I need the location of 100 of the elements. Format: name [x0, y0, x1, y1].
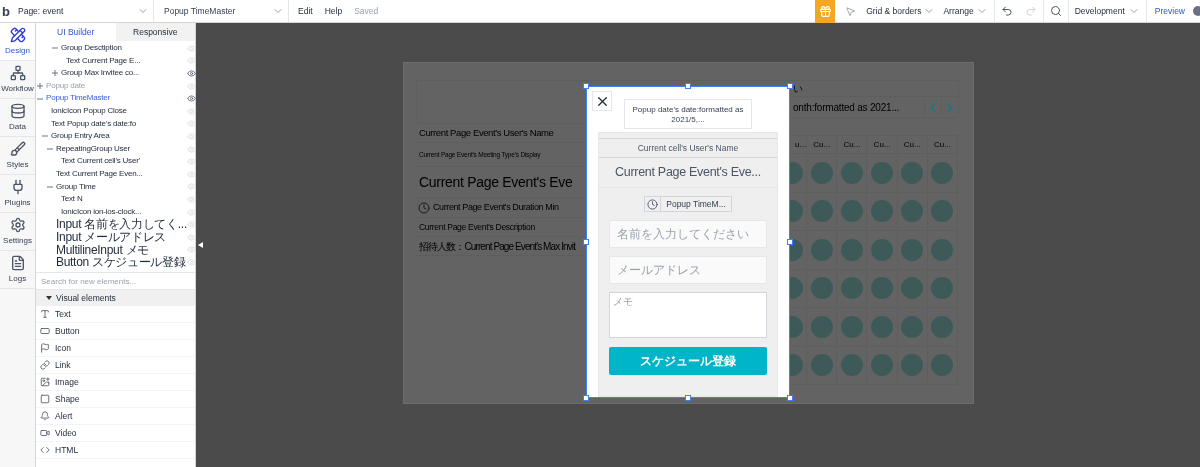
palette-item[interactable]: Image: [36, 374, 195, 391]
logo[interactable]: b: [0, 4, 14, 18]
palette-item[interactable]: Text: [36, 306, 195, 323]
gear-icon: [9, 216, 26, 233]
tree-item[interactable]: Button スケジュール登録: [56, 256, 187, 269]
day-column-header: Cu...: [897, 136, 928, 154]
search-field[interactable]: Search for new elements...: [36, 272, 195, 290]
element-dropdown[interactable]: Popup TimeMaster: [154, 0, 289, 22]
day-column-header: Cu...: [927, 136, 958, 154]
tree-item[interactable]: IonicIcon ion-ios-clock...: [61, 205, 187, 219]
palette-item[interactable]: Icon: [36, 340, 195, 357]
tree-item[interactable]: MultilineInput メモ: [56, 243, 187, 257]
palette-item[interactable]: Button: [36, 323, 195, 340]
collapse-icon[interactable]: [52, 45, 58, 52]
palette-title: Visual elements: [56, 291, 116, 305]
grid-borders-menu[interactable]: Grid & borders: [866, 4, 944, 18]
video-camera-icon: [40, 428, 50, 438]
tree-item[interactable]: IonicIcon Popup Close: [51, 104, 187, 118]
palette-item[interactable]: Alert: [36, 408, 195, 425]
palette-item[interactable]: Video: [36, 425, 195, 442]
menu-item[interactable]: Edit: [298, 4, 313, 18]
palette-item[interactable]: HTML: [36, 442, 195, 459]
version-dropdown[interactable]: Development: [1067, 0, 1147, 22]
resize-handle[interactable]: [787, 83, 793, 89]
expand-icon[interactable]: [37, 83, 43, 90]
nav-item[interactable]: Styles: [0, 137, 35, 175]
resize-handle[interactable]: [583, 395, 589, 401]
code-icon: [40, 445, 50, 455]
search-icon[interactable]: [1049, 5, 1062, 17]
tree-item[interactable]: Text Current Page E...: [66, 54, 187, 68]
nav-item[interactable]: Plugins: [0, 175, 35, 213]
pencil-ruler-icon: [9, 26, 26, 43]
calendar-header-text: い: [793, 82, 803, 96]
day-column-header: Cu...: [807, 136, 838, 154]
duration-text: Current Page Event's Duration Min: [433, 200, 559, 214]
page-dropdown[interactable]: Page: event: [14, 0, 154, 22]
brush-icon: [9, 140, 26, 157]
eye-icon[interactable]: [186, 69, 196, 78]
preview-link[interactable]: Preview: [1146, 4, 1193, 18]
time-text: Popup TimeM...: [665, 197, 727, 211]
button-shape-icon: [40, 326, 50, 336]
clock-icon: [418, 201, 430, 214]
resize-handle[interactable]: [787, 239, 793, 245]
tree-item[interactable]: Group Max Invitee co...: [61, 67, 187, 80]
tree-item[interactable]: Text Current cell's User': [61, 155, 187, 168]
tree-item[interactable]: Popup TimeMaster: [46, 92, 187, 105]
undo-icon[interactable]: [1000, 5, 1013, 17]
nav-item[interactable]: Settings: [0, 213, 35, 251]
tree-item[interactable]: Input 名前を入力してく...: [56, 218, 187, 231]
caret-down-icon: [46, 295, 52, 301]
tree-item[interactable]: Text Current Page Even...: [56, 167, 187, 181]
nav-item[interactable]: Design: [0, 23, 35, 61]
resize-handle[interactable]: [787, 395, 793, 401]
tree-item[interactable]: Text Popup date's date:fo: [51, 117, 187, 131]
tree-item[interactable]: Group Time: [56, 180, 187, 194]
collapse-icon[interactable]: [37, 95, 43, 102]
tree-item[interactable]: Group Entry Area: [51, 130, 187, 143]
arrange-menu[interactable]: Arrange: [943, 0, 995, 22]
gift-button[interactable]: [815, 0, 836, 23]
palette-item[interactable]: Shape: [36, 391, 195, 408]
day-column-header: Cu...: [837, 136, 868, 154]
name-input-field[interactable]: 名前を入力してください: [609, 220, 767, 248]
tree-item[interactable]: Input メールアドレス: [56, 230, 187, 244]
menu-item[interactable]: Help: [324, 4, 343, 18]
email-input-field[interactable]: メールアドレス: [609, 256, 767, 284]
link-icon: [40, 360, 50, 370]
day-column-header: Cu...: [867, 136, 898, 154]
collapse-icon[interactable]: [47, 183, 53, 190]
collapse-icon[interactable]: [42, 133, 48, 140]
user-name-text: Current cell's User's Name: [599, 138, 777, 158]
bell-icon: [40, 411, 50, 421]
collapse-panel-icon[interactable]: [198, 242, 203, 248]
memo-field[interactable]: メモ: [609, 292, 767, 338]
clock-icon: [647, 198, 659, 210]
close-button[interactable]: [592, 91, 612, 111]
image-icon: [40, 377, 50, 387]
document-icon: [9, 254, 26, 271]
tree-item[interactable]: Group Desctiption: [61, 42, 187, 55]
tree-item[interactable]: Text N: [61, 193, 187, 206]
popup-date-text: Popup date's date:formatted as 2021/5,...: [624, 99, 752, 129]
nav-item[interactable]: Logs: [0, 251, 35, 289]
nav-item[interactable]: Workflow: [0, 61, 35, 99]
eye-icon[interactable]: [186, 94, 196, 104]
letter-t-icon: [40, 309, 50, 319]
resize-handle[interactable]: [583, 239, 589, 245]
nav-item[interactable]: Data: [0, 99, 35, 137]
resize-handle[interactable]: [685, 83, 691, 89]
resize-handle[interactable]: [583, 83, 589, 89]
panel-tab[interactable]: Responsive: [115, 23, 195, 41]
network-icon: [9, 64, 26, 81]
square-icon: [40, 394, 50, 404]
month-text: onth:formatted as 2021...: [793, 100, 901, 115]
palette-header[interactable]: Visual elements: [36, 290, 195, 306]
tree-item[interactable]: RepeatingGroup User: [56, 142, 187, 156]
expand-icon[interactable]: [52, 70, 58, 77]
resize-handle[interactable]: [685, 395, 691, 401]
collapse-icon[interactable]: [47, 146, 53, 153]
cursor-icon[interactable]: [845, 5, 857, 17]
palette-item[interactable]: Link: [36, 357, 195, 374]
database-icon: [9, 102, 26, 119]
